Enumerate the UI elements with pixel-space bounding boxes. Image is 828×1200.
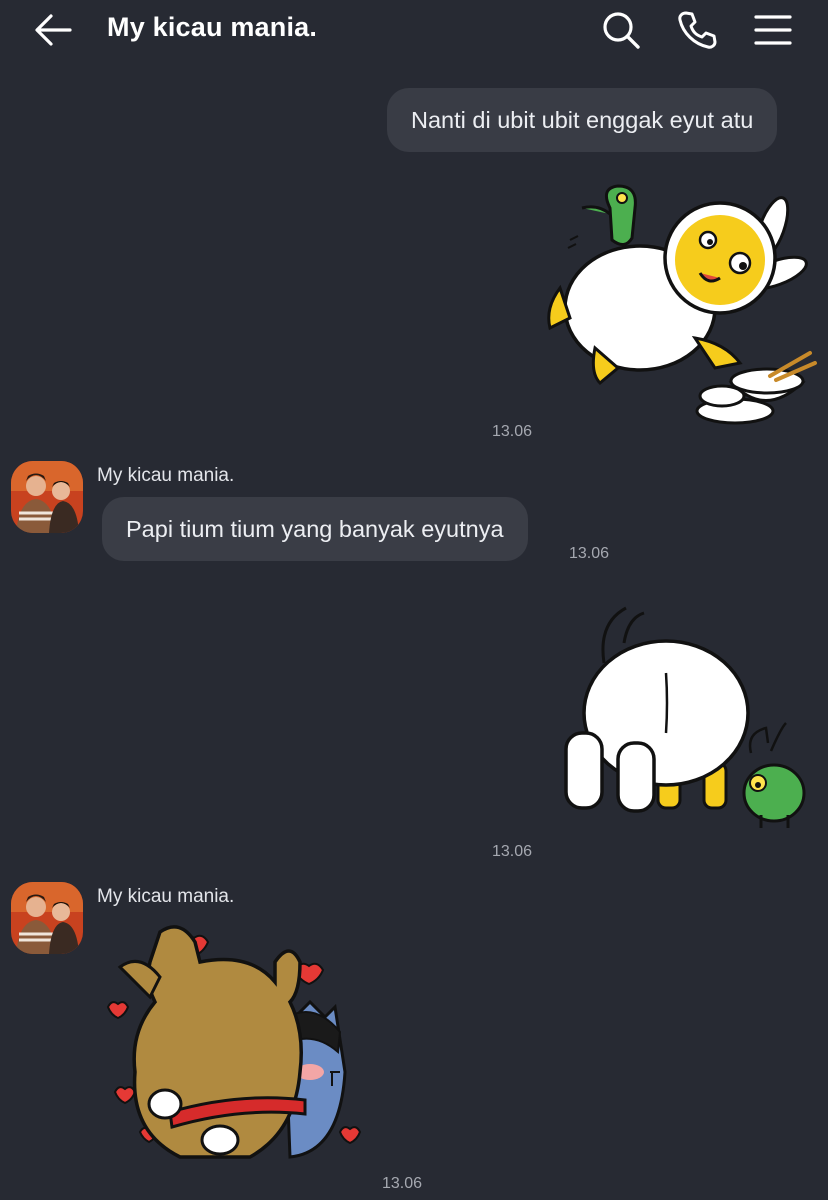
yellow-dog-bunny-with-green-dino-sticker — [547, 184, 817, 425]
sender-name: My kicau mania. — [97, 886, 235, 907]
search-icon — [603, 12, 640, 49]
message-timestamp: 13.06 — [569, 545, 610, 562]
chat-sticker[interactable] — [540, 178, 822, 430]
avatar-photo — [11, 461, 83, 533]
message-bubble-outgoing[interactable]: Nanti di ubit ubit enggak eyut atu — [387, 88, 778, 152]
white-bunny-butt-with-green-bug-sticker — [564, 606, 806, 828]
phone-icon — [678, 11, 717, 49]
menu-button[interactable] — [748, 6, 798, 54]
avatar[interactable] — [11, 461, 83, 533]
brown-dog-hugging-blue-cat-hearts-sticker — [106, 925, 362, 1159]
avatar-photo — [11, 882, 83, 954]
chat-title[interactable]: My kicau mania. — [107, 12, 317, 43]
search-button[interactable] — [596, 6, 646, 54]
chat-header: My kicau mania. — [0, 0, 828, 60]
back-button[interactable] — [28, 6, 78, 54]
message-timestamp: 13.06 — [382, 1175, 423, 1192]
arrow-left-icon — [35, 14, 72, 46]
chat-sticker[interactable] — [100, 922, 372, 1177]
avatar[interactable] — [11, 882, 83, 954]
message-timestamp: 13.06 — [492, 843, 533, 860]
message-bubble-incoming[interactable]: Papi tium tium yang banyak eyutnya — [102, 497, 528, 561]
message-timestamp: 13.06 — [492, 423, 533, 440]
sender-name: My kicau mania. — [97, 465, 235, 486]
call-button[interactable] — [672, 6, 722, 54]
hamburger-menu-icon — [754, 15, 792, 45]
chat-sticker[interactable] — [556, 603, 808, 833]
